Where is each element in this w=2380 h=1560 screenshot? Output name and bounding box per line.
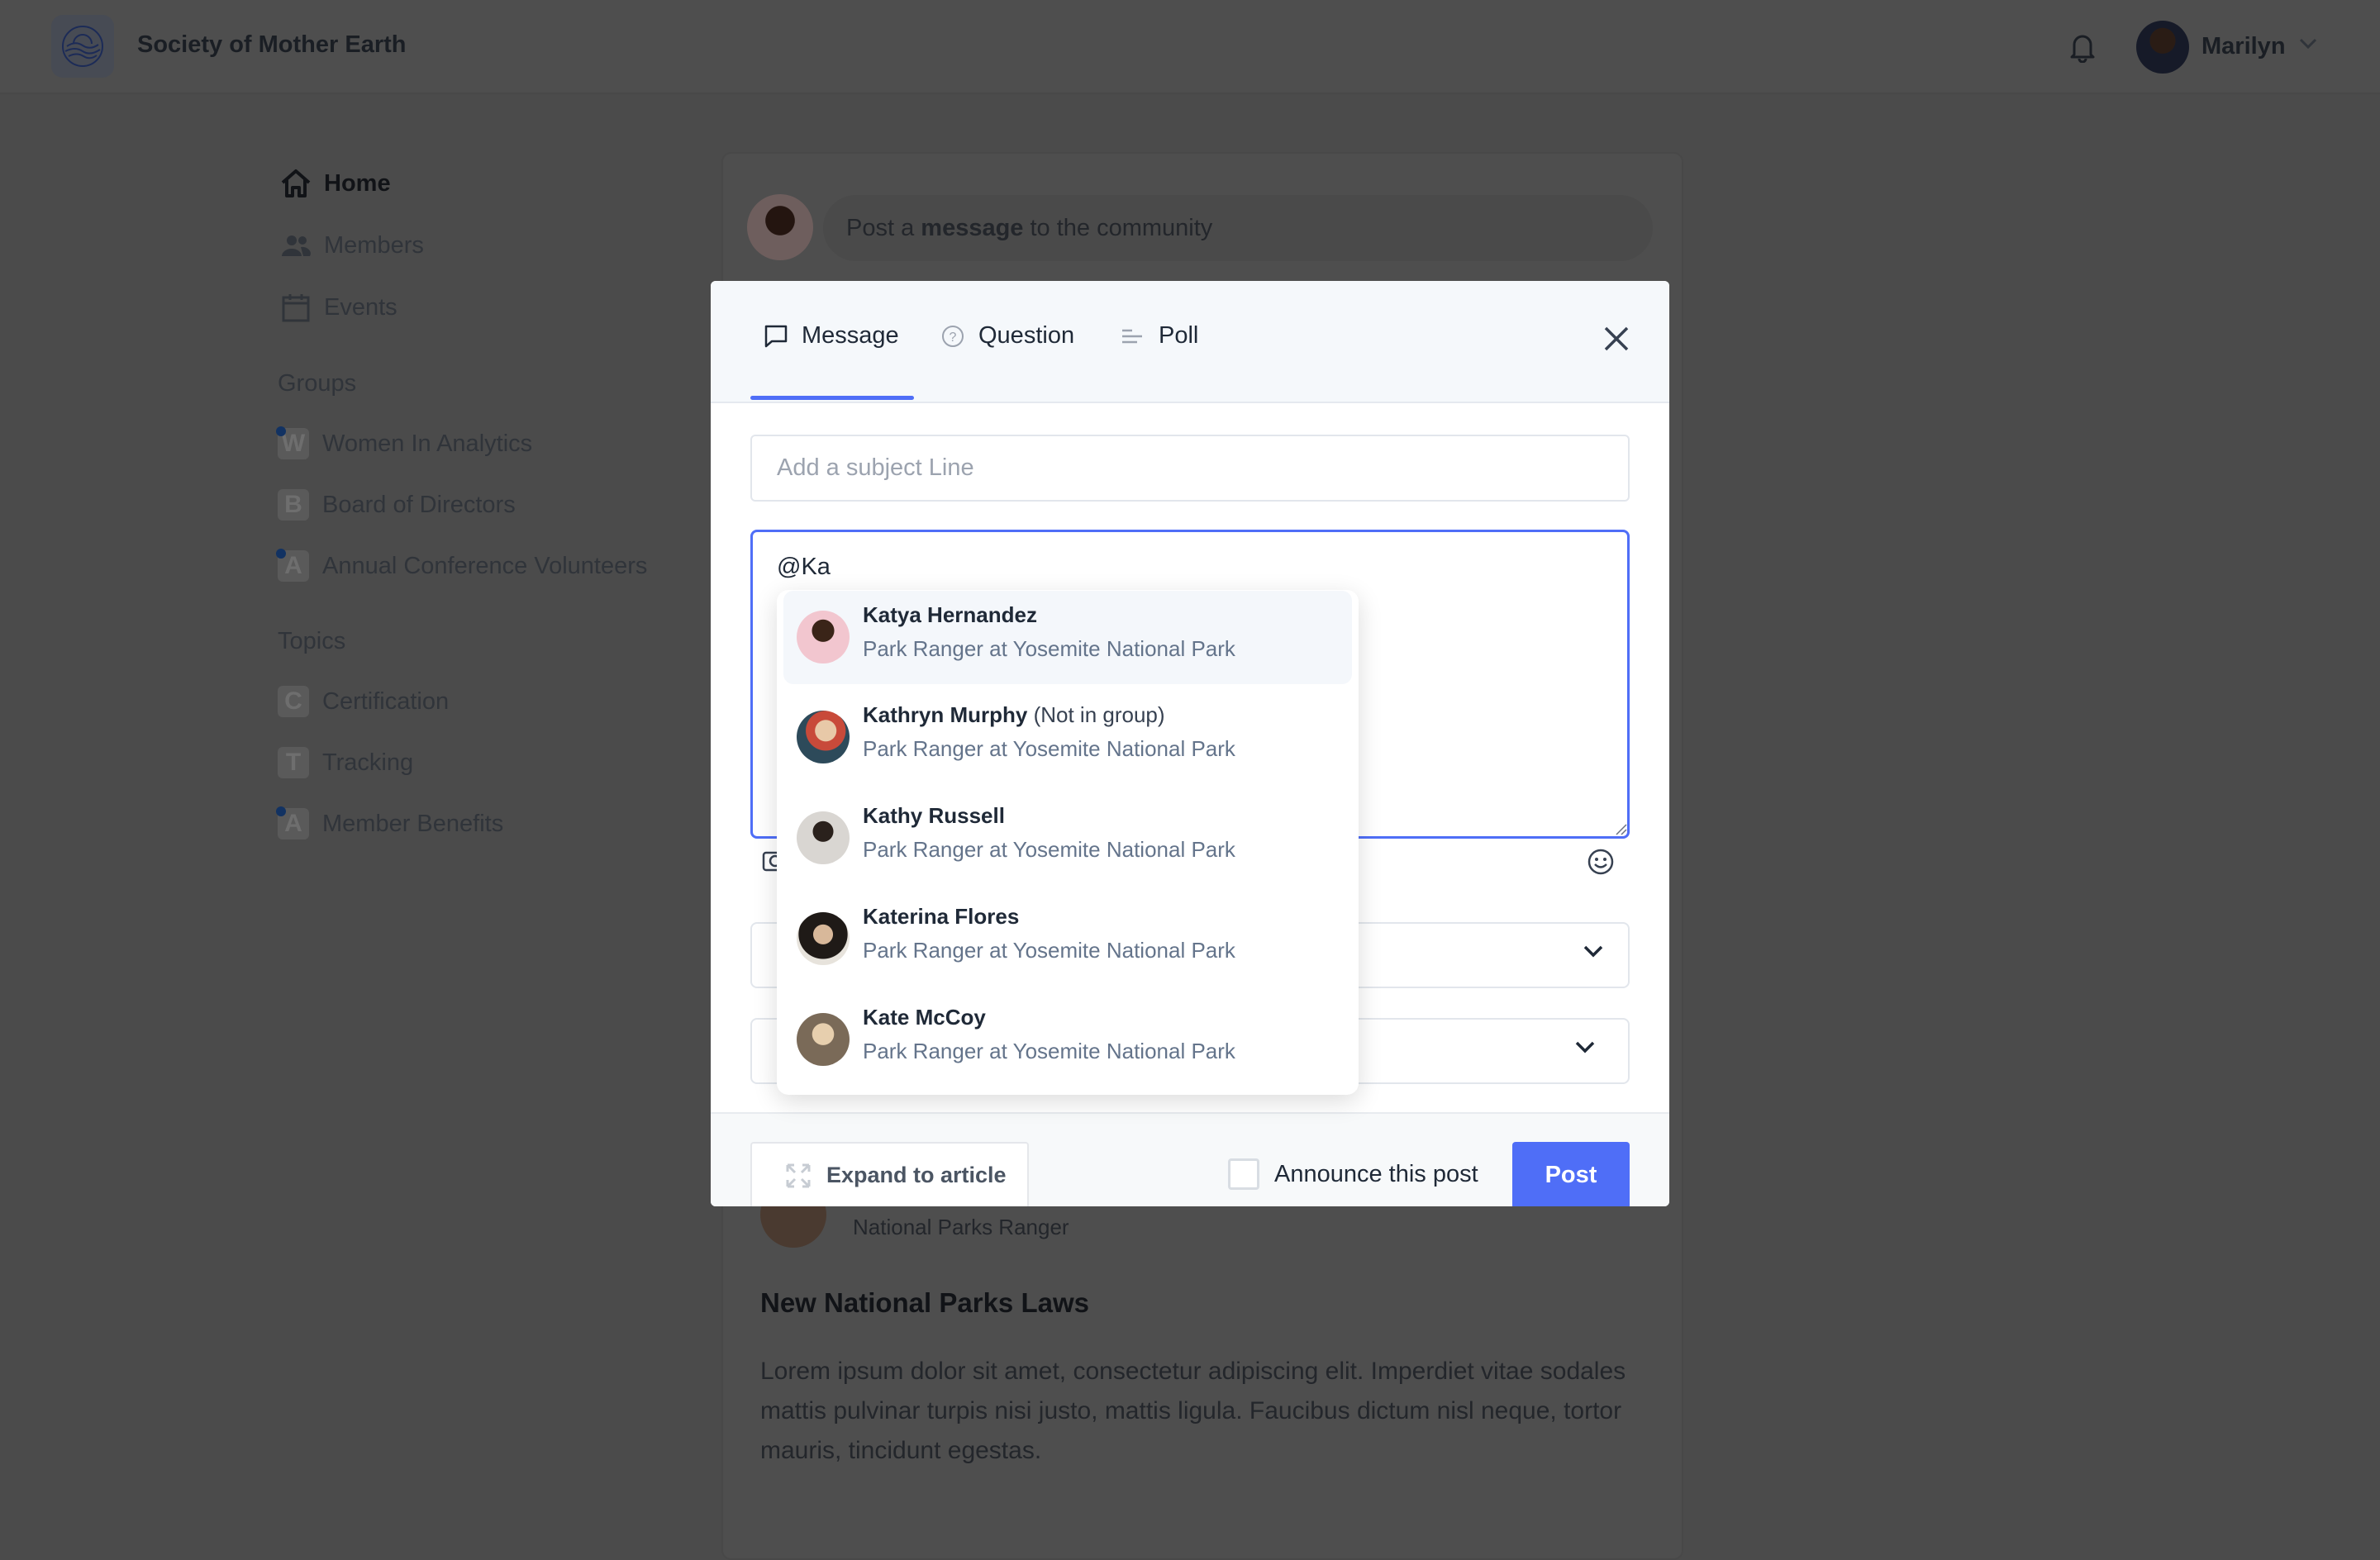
mention-option[interactable]: Katya Hernandez Park Ranger at Yosemite … — [783, 591, 1352, 684]
members-icon — [279, 229, 312, 262]
sidebar-item-events[interactable]: Events — [279, 291, 397, 324]
user-menu-name[interactable]: Marilyn — [2202, 33, 2286, 60]
sidebar-group-board-of-directors[interactable]: B Board of Directors — [278, 489, 516, 521]
expand-to-article-button[interactable]: Expand to article — [750, 1142, 1029, 1206]
avatar — [797, 912, 850, 965]
groups-heading: Groups — [278, 370, 357, 397]
mention-option[interactable]: Kathryn Murphy (Not in group) Park Range… — [783, 691, 1352, 784]
post-composer-trigger[interactable]: Post a message to the community — [823, 195, 1653, 261]
topic-badge: C — [278, 686, 309, 717]
tab-poll[interactable]: Poll — [1121, 322, 1198, 350]
topic-badge: A — [276, 806, 309, 839]
sidebar-topic-tracking[interactable]: T Tracking — [278, 747, 413, 778]
sidebar-topic-member-benefits[interactable]: A Member Benefits — [276, 806, 504, 839]
composer-avatar — [747, 194, 813, 260]
group-badge: B — [278, 489, 309, 521]
tab-question[interactable]: ? Question — [940, 322, 1074, 350]
sidebar-item-label: Tracking — [322, 749, 414, 776]
app-logo[interactable] — [51, 15, 114, 78]
group-badge: W — [276, 426, 309, 459]
unread-dot — [276, 806, 286, 816]
app-title: Society of Mother Earth — [137, 31, 407, 58]
avatar — [797, 1013, 850, 1066]
sidebar-item-label: Certification — [322, 687, 450, 715]
expand-icon — [785, 1163, 812, 1189]
mention-option[interactable]: Kate McCoy Park Ranger at Yosemite Natio… — [783, 993, 1352, 1087]
active-tab-indicator — [750, 396, 914, 400]
home-icon — [279, 167, 312, 200]
group-badge: A — [276, 549, 309, 582]
earth-logo-icon — [62, 26, 103, 67]
sidebar-group-women-in-analytics[interactable]: W Women In Analytics — [276, 426, 533, 459]
avatar — [797, 711, 850, 763]
svg-text:?: ? — [950, 331, 957, 345]
post-body: Lorem ipsum dolor sit amet, consectetur … — [760, 1358, 1626, 1464]
sidebar-item-label: Home — [324, 169, 391, 197]
resize-handle-icon[interactable] — [1615, 823, 1628, 840]
message-icon — [764, 324, 788, 349]
subject-input[interactable]: Add a subject Line — [750, 435, 1630, 502]
sidebar-item-label: Board of Directors — [322, 491, 516, 518]
sidebar-item-label: Members — [324, 231, 424, 259]
announce-checkbox[interactable] — [1228, 1158, 1259, 1190]
chevron-down-icon — [1575, 1041, 1595, 1058]
question-icon: ? — [940, 324, 965, 349]
tab-message[interactable]: Message — [764, 322, 899, 350]
notifications-bell-icon[interactable] — [2068, 31, 2097, 67]
post-button[interactable]: Post — [1512, 1142, 1630, 1206]
mention-suggestions: Katya Hernandez Park Ranger at Yosemite … — [777, 590, 1359, 1095]
chevron-down-icon — [1583, 945, 1603, 963]
mention-option[interactable]: Kathy Russell Park Ranger at Yosemite Na… — [783, 792, 1352, 885]
post-author-title: National Parks Ranger — [853, 1215, 1069, 1239]
sidebar-topic-certification[interactable]: C Certification — [278, 686, 449, 717]
close-icon[interactable] — [1603, 326, 1630, 356]
emoji-icon[interactable] — [1587, 848, 1615, 880]
poll-icon — [1121, 326, 1145, 346]
topic-badge: T — [278, 747, 309, 778]
avatar — [797, 811, 850, 864]
sidebar-item-members[interactable]: Members — [279, 229, 424, 262]
chevron-down-icon[interactable] — [2299, 38, 2317, 54]
message-body-value: @Ka — [777, 554, 831, 580]
sidebar-item-label: Women In Analytics — [322, 430, 533, 457]
topics-heading: Topics — [278, 628, 346, 654]
mention-option[interactable]: Katerina Flores Park Ranger at Yosemite … — [783, 892, 1352, 986]
unread-dot — [276, 549, 286, 559]
calendar-icon — [279, 291, 312, 324]
unread-dot — [276, 426, 286, 436]
sidebar-group-annual-conference-volunteers[interactable]: A Annual Conference Volunteers — [276, 549, 648, 582]
sidebar-item-home[interactable]: Home — [279, 167, 391, 200]
sidebar-item-label: Annual Conference Volunteers — [322, 552, 648, 579]
sidebar-item-label: Events — [324, 293, 397, 321]
avatar — [797, 611, 850, 663]
post-title[interactable]: New National Parks Laws — [760, 1287, 1089, 1319]
announce-toggle[interactable]: Announce this post — [1228, 1158, 1478, 1190]
sidebar-item-label: Member Benefits — [322, 810, 504, 837]
user-avatar[interactable] — [2136, 21, 2189, 74]
